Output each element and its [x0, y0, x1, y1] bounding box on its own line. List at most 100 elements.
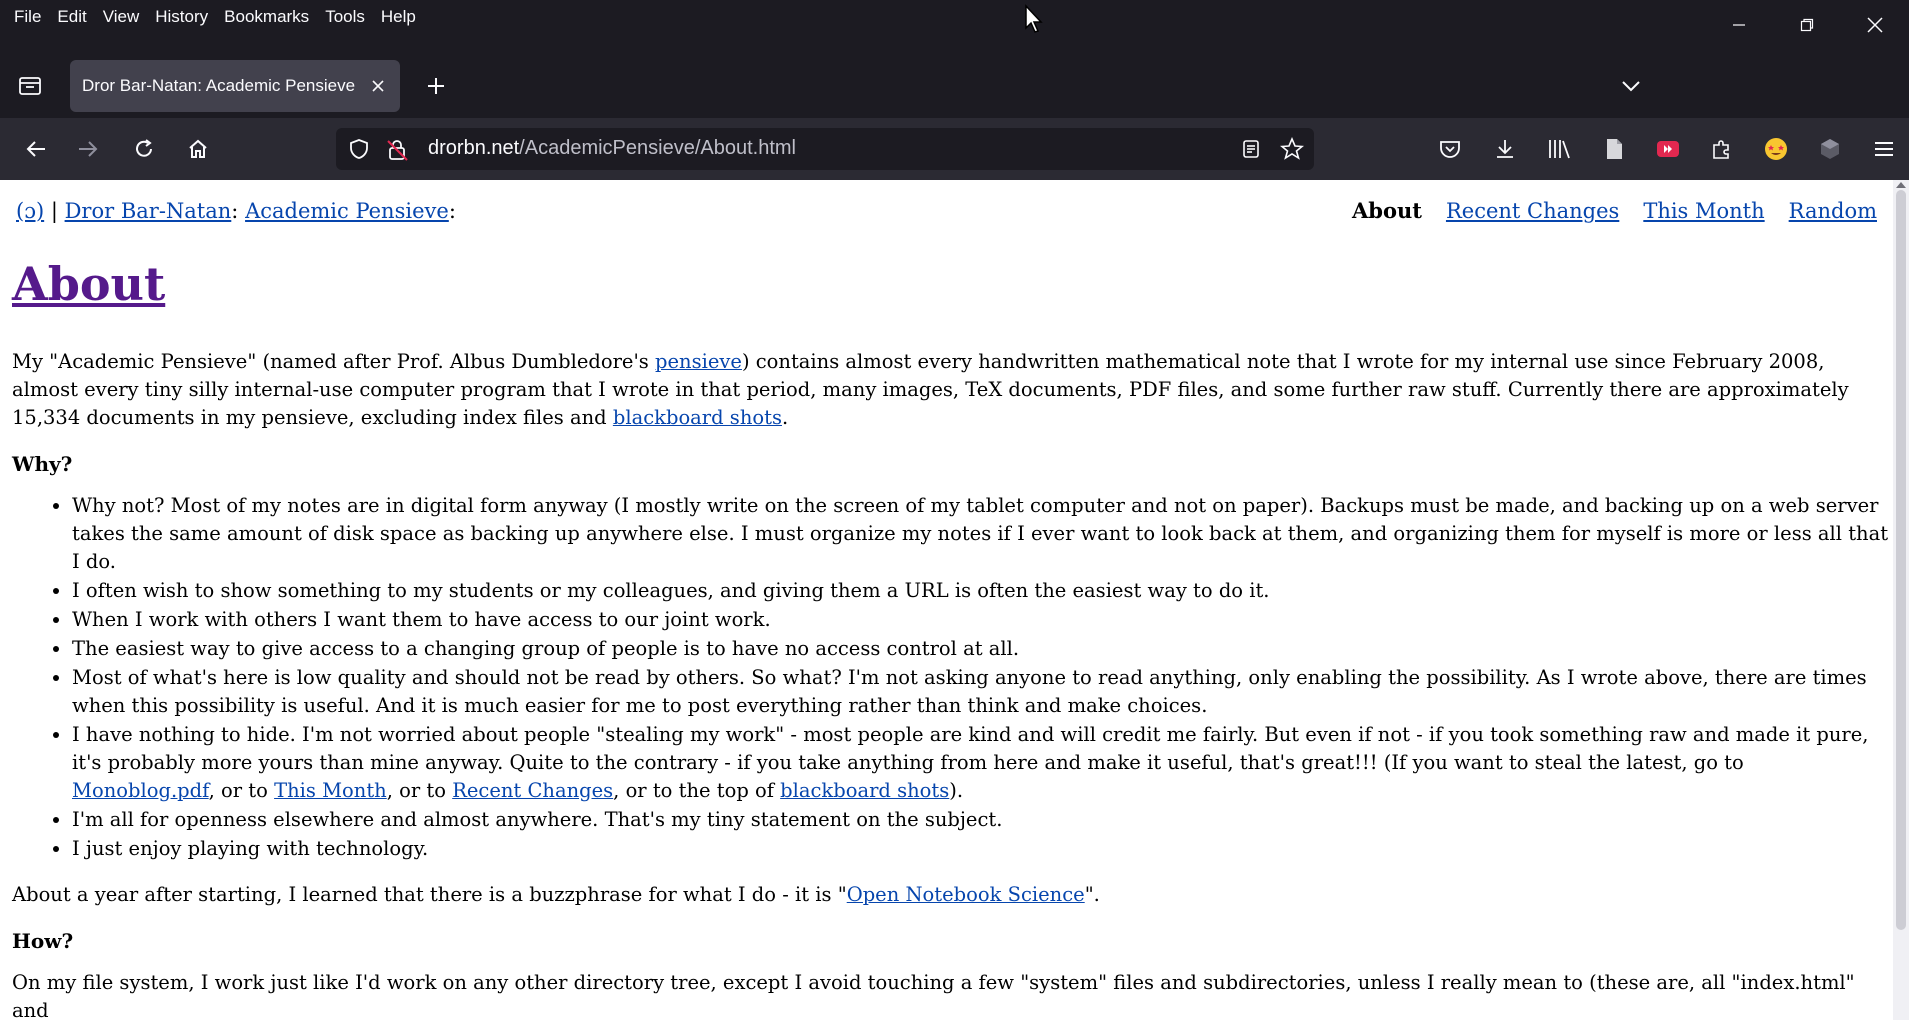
this-month-link[interactable]: This Month	[274, 779, 387, 802]
article-body: My "Academic Pensieve" (named after Prof…	[12, 348, 1892, 1020]
list-item-text: I have nothing to hide. I'm not worried …	[72, 723, 1869, 774]
list-item: I have nothing to hide. I'm not worried …	[72, 721, 1892, 805]
open-notebook-science-link[interactable]: Open Notebook Science	[847, 883, 1085, 906]
plus-icon	[428, 78, 444, 94]
list-item: The easiest way to give access to a chan…	[72, 635, 1892, 663]
forward-arrow-icon	[79, 141, 98, 157]
url-text[interactable]: drorbn.net/AcademicPensieve/About.html	[428, 137, 796, 160]
list-item: Most of what's here is low quality and s…	[72, 664, 1892, 720]
menu-items: File Edit View History Bookmarks Tools H…	[0, 7, 424, 27]
list-item: Why not? Most of my notes are in digital…	[72, 492, 1892, 576]
tab-active[interactable]: Dror Bar-Natan: Academic Pensieve	[70, 60, 400, 112]
restore-button[interactable]	[1773, 0, 1841, 50]
intro-paragraph: My "Academic Pensieve" (named after Prof…	[12, 348, 1892, 432]
download-icon	[1497, 140, 1513, 158]
mouse-cursor-icon	[1025, 4, 1043, 33]
list-item: I often wish to show something to my stu…	[72, 577, 1892, 605]
nav-about-current: About	[1352, 198, 1422, 223]
home-icon	[189, 139, 207, 158]
page-scrollbar[interactable]	[1893, 180, 1909, 1020]
firefox-view-button[interactable]	[12, 68, 48, 104]
menu-history[interactable]: History	[147, 7, 216, 27]
pocket-icon	[1440, 141, 1460, 158]
chevron-down-icon	[1622, 81, 1640, 92]
nav-random-link[interactable]: Random	[1789, 199, 1877, 223]
app-menu-button[interactable]	[1866, 131, 1902, 167]
nav-recent-changes-link[interactable]: Recent Changes	[1446, 199, 1619, 223]
bookmark-star-icon[interactable]	[1280, 137, 1304, 161]
menu-edit[interactable]: Edit	[49, 7, 94, 27]
author-link[interactable]: Dror Bar-Natan	[65, 199, 232, 223]
emoji-extension-button[interactable]	[1758, 131, 1794, 167]
window-controls	[1705, 0, 1909, 50]
star-struck-emoji-icon	[1765, 138, 1787, 160]
breadcrumb-separator: |	[44, 199, 65, 223]
tab-close-button[interactable]	[366, 74, 390, 98]
list-item-text: , or to	[208, 779, 275, 802]
tracking-protection-shield-icon[interactable]	[348, 138, 370, 160]
hamburger-menu-icon	[1875, 142, 1893, 156]
url-path: /AcademicPensieve/About.html	[519, 137, 796, 159]
minimize-button[interactable]	[1705, 0, 1773, 50]
pocket-button[interactable]	[1432, 131, 1468, 167]
list-item: I'm all for openness elsewhere and almos…	[72, 806, 1892, 834]
youtube-extension-button[interactable]	[1650, 131, 1686, 167]
back-button[interactable]	[18, 131, 54, 167]
tab-strip: Dror Bar-Natan: Academic Pensieve	[0, 52, 1909, 118]
list-item: I just enjoy playing with technology.	[72, 835, 1892, 863]
page-title: About	[12, 256, 165, 312]
menu-file[interactable]: File	[6, 7, 49, 27]
breadcrumb-colon: :	[231, 199, 246, 223]
reload-icon	[136, 139, 152, 157]
minimize-icon	[1733, 24, 1745, 26]
buzz-text: About a year after starting, I learned t…	[12, 883, 847, 906]
pensieve-link[interactable]: Academic Pensieve	[245, 199, 449, 223]
list-item-text: , or to	[386, 779, 453, 802]
list-item-text: , or to the top of	[613, 779, 781, 802]
scrollbar-thumb[interactable]	[1896, 190, 1906, 930]
nav-this-month-link[interactable]: This Month	[1643, 199, 1764, 223]
hebrew-version-link[interactable]: (ɔ)	[16, 199, 44, 223]
scroll-up-arrow-icon[interactable]	[1896, 182, 1906, 188]
intro-text: .	[781, 406, 789, 429]
new-tab-button[interactable]	[420, 70, 452, 102]
recent-changes-link[interactable]: Recent Changes	[452, 779, 613, 802]
menu-help[interactable]: Help	[373, 7, 424, 27]
intro-text: My "Academic Pensieve" (named after Prof…	[12, 350, 656, 373]
navigation-toolbar: drorbn.net/AcademicPensieve/About.html	[0, 118, 1909, 180]
reload-button[interactable]	[126, 131, 162, 167]
why-list: Why not? Most of my notes are in digital…	[12, 492, 1892, 863]
web-page-content: (ɔ) | Dror Bar-Natan: Academic Pensieve:…	[0, 180, 1909, 1020]
menu-view[interactable]: View	[95, 7, 148, 27]
menu-bookmarks[interactable]: Bookmarks	[216, 7, 317, 27]
close-window-button[interactable]	[1841, 0, 1909, 50]
reader-view-icon[interactable]	[1240, 138, 1262, 160]
close-icon	[372, 80, 384, 92]
extensions-button[interactable]	[1704, 131, 1740, 167]
list-all-tabs-button[interactable]	[1615, 70, 1647, 102]
restore-icon	[1800, 18, 1814, 32]
blackboard-shots-link[interactable]: blackboard shots	[780, 779, 949, 802]
forward-button[interactable]	[70, 131, 106, 167]
downloads-button[interactable]	[1487, 131, 1523, 167]
blackboard-shots-link[interactable]: blackboard shots	[613, 406, 782, 429]
container-extension-button[interactable]	[1812, 131, 1848, 167]
monoblog-link[interactable]: Monoblog.pdf	[72, 779, 209, 802]
how-heading: How?	[12, 929, 74, 953]
list-item: When I work with others I want them to h…	[72, 606, 1892, 634]
page-title-link[interactable]: About	[12, 257, 165, 311]
close-icon	[1867, 17, 1883, 33]
insecure-lock-icon[interactable]	[386, 138, 410, 162]
youtube-icon	[1657, 141, 1679, 157]
menu-tools[interactable]: Tools	[317, 7, 373, 27]
address-bar[interactable]: drorbn.net/AcademicPensieve/About.html	[336, 128, 1314, 170]
buzzphrase-paragraph: About a year after starting, I learned t…	[12, 881, 1892, 909]
menu-bar: File Edit View History Bookmarks Tools H…	[0, 0, 1909, 34]
tab-title: Dror Bar-Natan: Academic Pensieve	[82, 76, 356, 95]
document-extension-button[interactable]	[1596, 131, 1632, 167]
pensieve-wiki-link[interactable]: pensieve	[655, 350, 742, 373]
library-button[interactable]	[1541, 131, 1577, 167]
breadcrumb-colon: :	[448, 199, 456, 223]
library-icon	[1549, 140, 1570, 159]
home-button[interactable]	[180, 131, 216, 167]
